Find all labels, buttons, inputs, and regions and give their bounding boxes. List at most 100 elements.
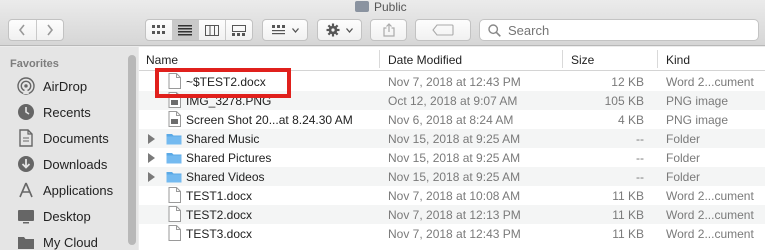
document-icon <box>16 128 36 148</box>
share-button[interactable] <box>370 19 407 41</box>
folder-icon <box>166 132 182 148</box>
column-header-name[interactable]: Name <box>146 53 178 67</box>
file-size: 11 KB <box>612 208 644 222</box>
gallery-view-button[interactable] <box>226 20 252 40</box>
file-date: Nov 7, 2018 at 12:43 PM <box>388 75 521 89</box>
folder-icon <box>16 232 36 250</box>
file-name: Shared Pictures <box>186 151 272 165</box>
column-view-button[interactable] <box>199 20 226 40</box>
file-kind: PNG image <box>666 94 729 108</box>
sidebar-item-label: Recents <box>43 104 91 120</box>
sidebar-item-label: Documents <box>43 130 109 146</box>
sidebar-item-documents[interactable]: Documents <box>16 128 109 148</box>
back-button[interactable] <box>9 20 37 40</box>
search-input[interactable] <box>508 22 738 38</box>
sidebar-item-recents[interactable]: Recents <box>16 102 91 122</box>
chevron-left-icon <box>19 24 25 36</box>
file-date: Nov 15, 2018 at 9:25 AM <box>388 132 521 146</box>
column-divider[interactable] <box>562 50 563 68</box>
file-size: 12 KB <box>611 75 644 89</box>
file-kind: Word 2...cument <box>666 189 754 203</box>
icon-view-icon <box>151 25 165 34</box>
file-row[interactable]: TEST1.docx Nov 7, 2018 at 10:08 AM 11 KB Wo… <box>139 186 765 205</box>
file-size: -- <box>636 170 644 184</box>
folder-row[interactable]: Shared Videos Nov 15, 2018 at 9:25 AM -- Fo… <box>139 167 765 186</box>
document-file-icon <box>168 206 181 225</box>
column-divider[interactable] <box>657 50 658 68</box>
sidebar-scrollbar[interactable] <box>128 55 136 245</box>
sidebar-item-label: Desktop <box>43 208 91 224</box>
sidebar-item-label: AirDrop <box>43 78 88 94</box>
search-field[interactable] <box>479 19 759 41</box>
action-button[interactable] <box>317 19 362 41</box>
file-kind: PNG image <box>666 113 729 127</box>
forward-button[interactable] <box>37 20 64 40</box>
disclosure-triangle-icon[interactable] <box>148 134 155 144</box>
sidebar-item-downloads[interactable]: Downloads <box>16 154 107 174</box>
file-kind: Folder <box>666 170 701 184</box>
chevron-down-icon <box>346 27 353 33</box>
sidebar-item-applications[interactable]: Applications <box>16 180 113 200</box>
file-size: 105 KB <box>604 94 644 108</box>
chevron-down-icon <box>291 27 299 33</box>
file-kind: Word 2...cument <box>666 208 754 222</box>
column-divider[interactable] <box>379 50 380 68</box>
file-date: Nov 7, 2018 at 12:43 PM <box>388 227 521 241</box>
sidebar-item-desktop[interactable]: Desktop <box>16 206 91 226</box>
file-row[interactable]: Screen Shot 20...at 8.24.30 AM Nov 6, 201… <box>139 110 765 129</box>
sidebar-heading: Favorites <box>10 58 59 70</box>
sidebar: Favorites AirDrop Recents Documents Down… <box>0 47 138 250</box>
file-name: Screen Shot 20...at 8.24.30 AM <box>186 113 353 127</box>
download-icon <box>16 154 36 174</box>
share-icon <box>382 23 395 37</box>
document-file-icon <box>168 225 181 244</box>
column-header-date[interactable]: Date Modified <box>388 53 462 67</box>
list-view-button[interactable] <box>172 20 199 40</box>
group-icon <box>271 25 285 35</box>
folder-icon <box>166 151 182 167</box>
sidebar-item-label: My Cloud <box>43 234 98 250</box>
desktop-icon <box>16 206 36 226</box>
file-name: TEST1.docx <box>186 189 253 203</box>
tag-icon <box>432 24 454 36</box>
file-row[interactable]: TEST3.docx Nov 7, 2018 at 12:43 PM 11 KB Wo… <box>139 224 765 243</box>
file-size: -- <box>636 132 644 146</box>
document-file-icon <box>168 187 181 206</box>
view-mode-control <box>145 19 253 41</box>
folder-row[interactable]: Shared Pictures Nov 15, 2018 at 9:25 AM --… <box>139 148 765 167</box>
file-kind: Folder <box>666 132 701 146</box>
file-name: TEST3.docx <box>186 227 253 241</box>
column-header-size[interactable]: Size <box>571 53 594 67</box>
nav-buttons <box>8 19 64 41</box>
window-title: Public <box>355 0 407 14</box>
file-size: 11 KB <box>612 227 644 241</box>
tags-button[interactable] <box>415 19 471 41</box>
file-date: Nov 7, 2018 at 10:08 AM <box>388 189 521 203</box>
folder-row[interactable]: Shared Music Nov 15, 2018 at 9:25 AM -- Fol… <box>139 129 765 148</box>
airdrop-icon <box>16 76 36 96</box>
icon-view-button[interactable] <box>146 20 173 40</box>
file-size: 11 KB <box>612 189 644 203</box>
file-kind: Folder <box>666 151 701 165</box>
group-by-button[interactable] <box>262 19 308 41</box>
list-view-icon <box>178 24 193 35</box>
sidebar-item-my-cloud[interactable]: My Cloud <box>16 232 98 250</box>
toolbar: Public <box>0 0 765 46</box>
column-header-kind[interactable]: Kind <box>666 53 690 67</box>
file-kind: Word 2...cument <box>666 227 754 241</box>
applications-icon <box>16 180 36 200</box>
disclosure-triangle-icon[interactable] <box>148 153 155 163</box>
file-date: Oct 12, 2018 at 9:07 AM <box>388 94 518 108</box>
file-size: -- <box>636 151 644 165</box>
file-date: Nov 15, 2018 at 9:25 AM <box>388 151 521 165</box>
search-icon <box>488 23 501 37</box>
folder-icon <box>166 170 182 186</box>
disclosure-triangle-icon[interactable] <box>148 172 155 182</box>
file-row[interactable]: TEST2.docx Nov 7, 2018 at 12:13 PM 11 KB Wo… <box>139 205 765 224</box>
gallery-view-icon <box>231 24 246 36</box>
column-view-icon <box>204 24 219 36</box>
sidebar-item-airdrop[interactable]: AirDrop <box>16 76 87 96</box>
file-size: 4 KB <box>617 113 644 127</box>
shared-folder-icon <box>355 0 369 12</box>
file-name: TEST2.docx <box>186 208 253 222</box>
